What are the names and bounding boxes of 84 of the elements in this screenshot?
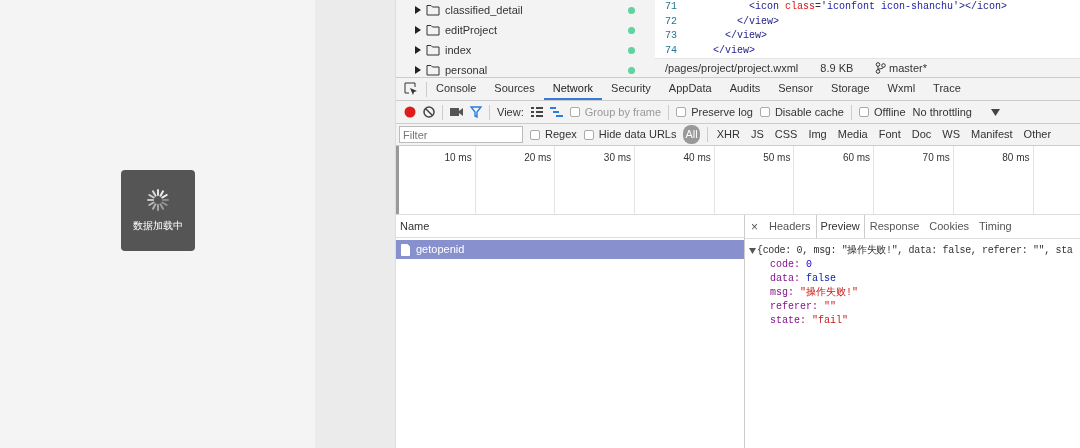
checkbox-option[interactable]: Offline xyxy=(859,103,906,121)
checkbox-option[interactable]: Preserve log xyxy=(676,103,753,121)
json-property: referer: "" xyxy=(769,300,838,314)
panel-tab[interactable]: Wxml xyxy=(878,78,925,100)
type-filter[interactable]: Other xyxy=(1021,125,1054,144)
expand-arrow-icon xyxy=(414,46,421,54)
type-filter[interactable]: XHR xyxy=(714,125,742,144)
type-filter[interactable]: Doc xyxy=(909,125,934,144)
code-line: </view> xyxy=(736,14,779,29)
checkbox-option[interactable]: Disable cache xyxy=(759,103,844,121)
panel-tab[interactable]: Security xyxy=(602,78,660,100)
branch-name: master* xyxy=(889,60,927,76)
dropdown-arrow-icon[interactable] xyxy=(990,108,1000,116)
detail-tab[interactable]: Response xyxy=(864,215,925,238)
throttling-select[interactable]: No throttling xyxy=(912,103,972,121)
file-icon xyxy=(401,243,410,256)
folder-icon xyxy=(426,24,440,36)
collapse-arrow-icon[interactable] xyxy=(749,247,756,254)
checkbox-option[interactable]: Hide data URLs xyxy=(583,126,677,143)
spinner-icon xyxy=(145,188,170,212)
time-tick: 60 ms xyxy=(842,152,871,163)
detail-tab[interactable]: Cookies xyxy=(924,215,974,238)
loading-text: 数据加载中 xyxy=(132,219,183,233)
type-filter[interactable]: Img xyxy=(806,125,829,144)
inspect-icon[interactable] xyxy=(404,82,418,96)
column-header: Name xyxy=(396,215,744,238)
type-filter[interactable]: CSS xyxy=(772,125,800,144)
list-view-icon[interactable] xyxy=(530,107,543,117)
view-label: View: xyxy=(497,104,524,120)
panel-tab[interactable]: Storage xyxy=(822,78,879,100)
tree-item[interactable]: editProject xyxy=(396,20,655,40)
clear-icon[interactable] xyxy=(423,106,435,118)
json-property: state: "fail" xyxy=(769,314,850,328)
tree-item[interactable]: index xyxy=(396,40,655,60)
time-tick: 50 ms xyxy=(763,152,791,163)
panel-tab[interactable]: Sensor xyxy=(769,78,823,100)
file-size: 8.9 KB xyxy=(820,60,854,76)
type-filter[interactable]: Manifest xyxy=(969,125,1015,144)
folder-icon xyxy=(426,4,440,16)
expand-arrow-icon xyxy=(414,6,421,14)
checkbox-option[interactable]: Regex xyxy=(530,126,577,143)
type-filter[interactable]: WS xyxy=(940,125,962,144)
json-summary: {code: 0, msg: "操作失败!", data: false, referer: "", sta xyxy=(757,244,1073,258)
detail-tab[interactable]: Preview xyxy=(815,215,865,238)
code-line: </view> xyxy=(712,43,755,58)
type-filter[interactable]: Font xyxy=(876,125,903,144)
status-dot xyxy=(628,6,635,14)
close-button[interactable]: × xyxy=(745,215,764,238)
folder-icon xyxy=(426,64,440,76)
time-tick: 80 ms xyxy=(1002,152,1030,163)
json-property: msg: "操作失败!" xyxy=(769,286,860,300)
camera-icon[interactable] xyxy=(450,107,463,117)
type-filter[interactable]: Media xyxy=(835,125,870,144)
tree-item[interactable]: classified_detail xyxy=(396,0,655,20)
detail-tab[interactable]: Timing xyxy=(974,215,1017,238)
folder-icon xyxy=(426,44,440,56)
time-tick: 20 ms xyxy=(524,152,552,163)
time-tick: 40 ms xyxy=(683,152,711,163)
time-tick: 70 ms xyxy=(922,152,950,163)
status-dot xyxy=(628,46,635,54)
time-tick: 30 ms xyxy=(603,152,632,163)
time-tick: 10 ms xyxy=(444,152,472,163)
status-dot xyxy=(628,26,635,34)
filter-icon[interactable] xyxy=(470,106,482,118)
panel-tab[interactable]: Console xyxy=(427,78,486,100)
panel-tab[interactable]: Audits xyxy=(720,78,770,100)
branch-icon xyxy=(875,62,887,74)
panel-tab[interactable]: Trace xyxy=(924,78,970,100)
code-line: </view> xyxy=(724,29,767,43)
panel-tab[interactable]: Sources xyxy=(485,78,544,100)
json-property: data: false xyxy=(769,272,838,286)
status-dot xyxy=(628,66,635,74)
tree-item[interactable]: personal xyxy=(396,60,655,80)
waterfall-icon[interactable] xyxy=(549,107,563,117)
code-line: <icon class='iconfont icon-shanchu'></icon> xyxy=(748,0,1008,14)
filter-field[interactable]: Filter xyxy=(399,126,523,143)
detail-tab[interactable]: Headers xyxy=(764,215,816,238)
expand-arrow-icon xyxy=(414,66,421,74)
expand-arrow-icon xyxy=(414,26,421,34)
json-property: code: 0 xyxy=(769,258,814,272)
panel-tab[interactable]: AppData xyxy=(659,78,721,100)
file-path: /pages/project/project.wxml xyxy=(665,60,799,76)
record-icon[interactable] xyxy=(404,106,416,118)
type-filter[interactable]: JS xyxy=(748,125,766,144)
